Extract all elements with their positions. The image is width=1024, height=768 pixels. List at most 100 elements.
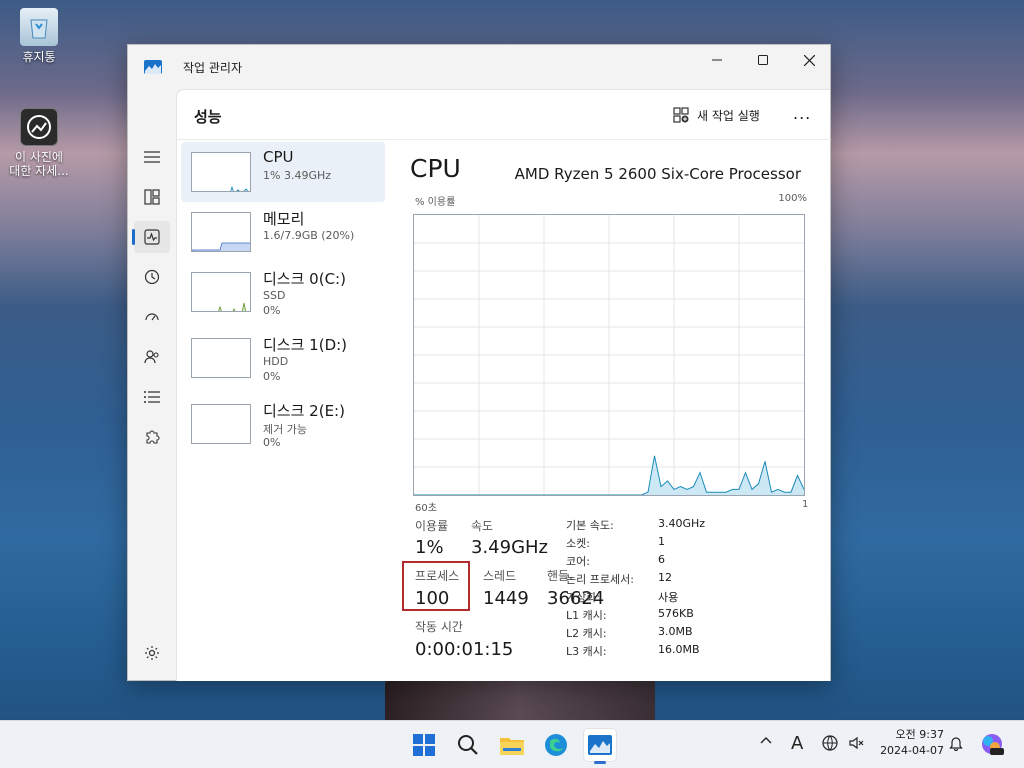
- perf-item-usage: 0%: [263, 304, 281, 317]
- task-manager-icon: [588, 735, 612, 755]
- photo-info-desktop-icon[interactable]: 이 사진에 대한 자세...: [2, 108, 76, 178]
- nav-settings[interactable]: [134, 637, 170, 669]
- cpu-thumbnail-graph: [191, 152, 251, 192]
- maximize-icon: [758, 55, 768, 65]
- info-value: 12: [658, 571, 672, 584]
- taskbar: A 오전 9:37 2024-04-07: [0, 720, 1024, 768]
- disk-0-thumbnail-graph: [191, 272, 251, 312]
- perf-item-name: 디스크 0(C:): [263, 270, 346, 288]
- perf-item-name: 디스크 2(E:): [263, 402, 345, 420]
- performance-resource-list: CPU 1% 3.49GHz 메모리 1.6/7.9GB (20%) 디스크 0…: [177, 140, 387, 680]
- task-manager-taskbar-button[interactable]: [584, 729, 616, 764]
- perf-item-disk-2[interactable]: 디스크 2(E:) 제거 가능 0%: [181, 394, 385, 454]
- perf-item-detail: 1.6/7.9GB (20%): [263, 229, 355, 242]
- page-title: 성능: [194, 108, 222, 126]
- perf-item-usage: 0%: [263, 370, 281, 383]
- perf-item-name: 디스크 1(D:): [263, 336, 348, 354]
- speaker-muted-icon: [849, 736, 864, 750]
- perf-item-disk-0[interactable]: 디스크 0(C:) SSD 0%: [181, 262, 385, 322]
- copilot-button[interactable]: [980, 732, 1004, 760]
- info-value: 1: [658, 535, 665, 548]
- recycle-bin-desktop-icon[interactable]: 휴지통: [2, 8, 76, 64]
- info-key: 기본 속도:: [566, 519, 614, 532]
- perf-item-type: SSD: [263, 289, 286, 302]
- nav-users[interactable]: [134, 341, 170, 373]
- info-key: 코어:: [566, 555, 590, 568]
- perf-item-usage: 0%: [263, 436, 281, 449]
- gear-icon: [145, 646, 159, 660]
- perf-item-disk-1[interactable]: 디스크 1(D:) HDD 0%: [181, 328, 385, 388]
- nav-performance[interactable]: [132, 221, 170, 253]
- info-key: 소켓:: [566, 537, 590, 550]
- nav-services[interactable]: [134, 421, 170, 453]
- file-explorer-button[interactable]: [496, 729, 528, 761]
- usage-label: 이용률: [415, 519, 449, 533]
- maximize-button[interactable]: [740, 45, 786, 75]
- run-task-icon: [673, 107, 689, 123]
- history-icon: [144, 269, 160, 285]
- task-manager-window: 작업 관리자 성능 새 작업 실행 ... CPU 1% 3.49GHz 메모리…: [127, 44, 831, 681]
- nav-startup-apps[interactable]: [134, 301, 170, 333]
- info-key: 가상화:: [566, 591, 601, 604]
- close-icon: [803, 54, 815, 66]
- recycle-bin-label: 휴지통: [22, 50, 56, 64]
- perf-item-name: CPU: [263, 148, 294, 166]
- show-hidden-icons-button[interactable]: [760, 735, 772, 751]
- windows-logo-icon: [413, 734, 435, 756]
- content-header: 성능 새 작업 실행 ...: [177, 90, 831, 140]
- title-bar[interactable]: 작업 관리자: [128, 45, 830, 89]
- more-options-button[interactable]: ...: [793, 104, 811, 123]
- speed-value: 3.49GHz: [471, 537, 549, 558]
- run-new-task-label: 새 작업 실행: [697, 108, 760, 123]
- speed-label: 속도: [471, 519, 494, 533]
- photo-info-label-1: 이 사진에: [15, 150, 63, 164]
- perf-item-cpu[interactable]: CPU 1% 3.49GHz: [181, 142, 385, 202]
- chevron-up-icon: [760, 737, 772, 744]
- nav-app-history[interactable]: [134, 261, 170, 293]
- disk-1-thumbnail-graph: [191, 338, 251, 378]
- minimize-button[interactable]: [694, 45, 740, 75]
- run-new-task-button[interactable]: 새 작업 실행: [673, 104, 760, 126]
- users-icon: [144, 350, 159, 364]
- thread-value: 1449: [483, 588, 529, 609]
- edge-browser-button[interactable]: [540, 729, 572, 761]
- graph-x-left-label: 60초: [415, 503, 437, 514]
- search-button[interactable]: [452, 729, 484, 761]
- graph-y-axis-label: % 이용률: [415, 197, 456, 208]
- volume-button[interactable]: [848, 735, 864, 755]
- perf-item-type: 제거 가능: [263, 423, 307, 436]
- cpu-usage-svg: [414, 215, 805, 496]
- clock-time: 오전 9:37: [895, 728, 944, 741]
- photo-info-label-2: 대한 자세...: [9, 164, 69, 178]
- info-value: 6: [658, 553, 665, 566]
- folder-icon: [500, 738, 524, 755]
- notification-button[interactable]: [948, 735, 964, 755]
- minimize-icon: [712, 59, 722, 61]
- task-manager-app-icon: [144, 60, 162, 74]
- network-button[interactable]: [822, 735, 838, 755]
- photo-info-icon: [20, 108, 58, 146]
- uptime-value: 0:00:01:15: [415, 639, 514, 660]
- speedometer-icon: [145, 313, 159, 321]
- process-value: 100: [415, 588, 450, 609]
- thread-label: 스레드: [483, 569, 517, 583]
- window-title: 작업 관리자: [183, 61, 243, 75]
- globe-network-icon: [822, 735, 838, 751]
- info-key: 논리 프로세서:: [566, 573, 634, 586]
- clock-button[interactable]: 오전 9:37 2024-04-07: [872, 727, 944, 759]
- recycle-bin-icon: [20, 8, 58, 46]
- close-button[interactable]: [786, 45, 832, 75]
- process-label: 프로세스: [415, 569, 460, 583]
- nav-processes[interactable]: [134, 181, 170, 213]
- info-value: 576KB: [658, 607, 694, 620]
- nav-details[interactable]: [134, 381, 170, 413]
- hamburger-menu-button[interactable]: [134, 141, 170, 173]
- list-icon: [144, 391, 160, 403]
- start-button[interactable]: [408, 729, 440, 761]
- info-key: L2 캐시:: [566, 627, 607, 640]
- clock-date: 2024-04-07: [880, 744, 944, 757]
- perf-item-memory[interactable]: 메모리 1.6/7.9GB (20%): [181, 202, 385, 262]
- ime-indicator[interactable]: A: [791, 733, 803, 754]
- info-value: 3.0MB: [658, 625, 693, 638]
- nav-rail: [128, 89, 176, 681]
